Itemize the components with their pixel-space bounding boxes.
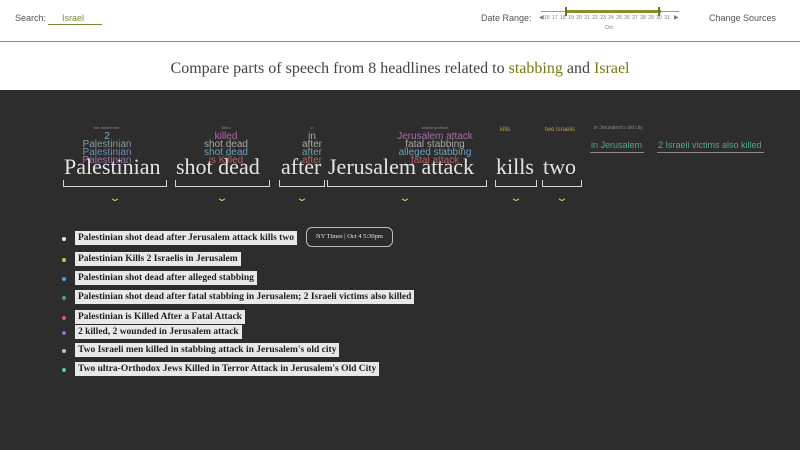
search-label: Search: <box>15 13 47 23</box>
source-dot-icon <box>62 277 66 281</box>
bracket-tick <box>63 180 64 187</box>
headline-text[interactable]: Palestinian Kills 2 Israelis in Jerusale… <box>75 252 241 266</box>
headline-text[interactable]: Palestinian shot dead after Jerusalem at… <box>75 231 297 245</box>
source-dot-icon <box>62 237 66 241</box>
expand-chevron-icon[interactable]: ⌄ <box>552 193 571 204</box>
bracket-tick <box>581 180 582 187</box>
side-label-two-israelis: two Israelis <box>545 127 576 133</box>
search-input[interactable] <box>48 11 102 25</box>
segment-bracket <box>327 186 487 187</box>
segment-bracket <box>175 186 270 187</box>
expand-chevron-icon[interactable]: ⌄ <box>292 193 311 204</box>
side-label-kills: kills <box>500 127 510 133</box>
expand-chevron-icon[interactable]: ⌄ <box>395 193 414 204</box>
source-dot-icon <box>62 349 66 353</box>
side-label-victims: 2 Israeli victims also killed <box>658 140 762 150</box>
date-day-tick[interactable]: 25 <box>615 15 623 21</box>
date-day-tick[interactable]: 27 <box>631 15 639 21</box>
date-day-tick[interactable]: 28 <box>639 15 647 21</box>
bracket-tick <box>495 180 496 187</box>
top-bar: Search: Date Range: ◀ ▶ 1617181920212223… <box>0 0 800 42</box>
segment-bracket <box>542 186 582 187</box>
date-day-tick[interactable]: 26 <box>623 15 631 21</box>
headline-text[interactable]: Palestinian shot dead after alleged stab… <box>75 271 257 285</box>
bracket-tick <box>327 180 328 187</box>
segment-preposition: after <box>281 154 322 179</box>
segment-bracket <box>63 186 167 187</box>
source-dot-icon <box>62 296 66 300</box>
headline-text[interactable]: 2 killed, 2 wounded in Jerusalem attack <box>75 325 242 339</box>
side-underline <box>657 152 764 153</box>
side-label-tiny: in Jerusalem's old city <box>594 125 643 131</box>
segment-bracket <box>495 186 537 187</box>
date-day-tick[interactable]: 20 <box>575 15 583 21</box>
bracket-tick <box>175 180 176 187</box>
bracket-tick <box>324 180 325 187</box>
date-day-tick[interactable]: 18 <box>559 15 567 21</box>
comparison-panel: two Israeli men 2 Palestinian Palestinia… <box>0 90 800 450</box>
segment-bracket <box>279 186 325 187</box>
segment-number: two <box>543 154 576 179</box>
stack-tiny-label: in <box>310 125 314 130</box>
expand-chevron-icon[interactable]: ⌄ <box>105 193 124 204</box>
date-day-tick[interactable]: 24 <box>607 15 615 21</box>
date-range-month: Oct <box>605 25 613 31</box>
date-day-tick[interactable]: 30 <box>655 15 663 21</box>
date-range-selection <box>566 10 661 13</box>
page-subtitle: Compare parts of speech from 8 headlines… <box>0 42 800 90</box>
bracket-tick <box>269 180 270 187</box>
bracket-tick <box>536 180 537 187</box>
source-dot-icon <box>62 258 66 262</box>
bracket-tick <box>166 180 167 187</box>
stack-tiny-label: two Israeli men <box>93 125 121 130</box>
side-label-in-jerusalem: in Jerusalem <box>591 140 643 150</box>
segment-subject: Palestinian <box>64 154 161 179</box>
date-range-label: Date Range: <box>481 13 532 23</box>
segment-verb: shot dead <box>176 154 260 179</box>
headline-text[interactable]: Palestinian is Killed After a Fatal Atta… <box>75 310 245 324</box>
subtitle-prefix: Compare parts of speech from 8 headlines… <box>170 60 505 77</box>
subtitle-keyword-israel: Israel <box>593 60 630 77</box>
change-sources-link[interactable]: Change Sources <box>709 13 776 23</box>
bracket-tick <box>279 180 280 187</box>
subtitle-keyword-stabbing: stabbing <box>508 60 563 77</box>
headline-source-tooltip: NY Times | Oct 4 5:30pm <box>306 227 393 247</box>
headline-text[interactable]: Two Israeli men killed in stabbing attac… <box>75 343 340 357</box>
date-day-tick[interactable]: 17 <box>551 15 559 21</box>
expand-chevron-icon[interactable]: ⌄ <box>506 193 525 204</box>
source-dot-icon <box>62 316 66 320</box>
date-next-arrow-icon[interactable]: ▶ <box>674 14 679 21</box>
stack-tiny-label: stabbing attack <box>421 125 449 130</box>
headline-text[interactable]: Palestinian shot dead after fatal stabbi… <box>75 290 415 304</box>
date-day-tick[interactable]: 19 <box>567 15 575 21</box>
bracket-tick <box>542 180 543 187</box>
side-underline <box>590 152 644 153</box>
date-day-tick[interactable]: 22 <box>591 15 599 21</box>
source-dot-icon <box>62 331 66 335</box>
expand-chevron-icon[interactable]: ⌄ <box>212 193 231 204</box>
source-dot-icon <box>62 368 66 372</box>
date-day-tick[interactable]: 31 <box>663 15 671 21</box>
segment-object: Jerusalem attack <box>328 154 474 179</box>
date-range-slider[interactable]: ◀ ▶ 16 17 18 19 20 21 22 23 24 25 26 27 28 29 30 31 Oct <box>539 4 681 36</box>
date-day-tick[interactable]: 21 <box>583 15 591 21</box>
headline-text[interactable]: Two ultra-Orthodox Jews Killed in Terror… <box>75 362 380 376</box>
bracket-tick <box>486 180 487 187</box>
date-day-tick[interactable]: 16 <box>543 15 551 21</box>
date-day-tick[interactable]: 23 <box>599 15 607 21</box>
stack-tiny-label: killed <box>221 125 231 130</box>
date-day-tick[interactable]: 29 <box>647 15 655 21</box>
segment-verb-2: kills <box>496 154 534 179</box>
subtitle-joiner: and <box>566 60 590 77</box>
